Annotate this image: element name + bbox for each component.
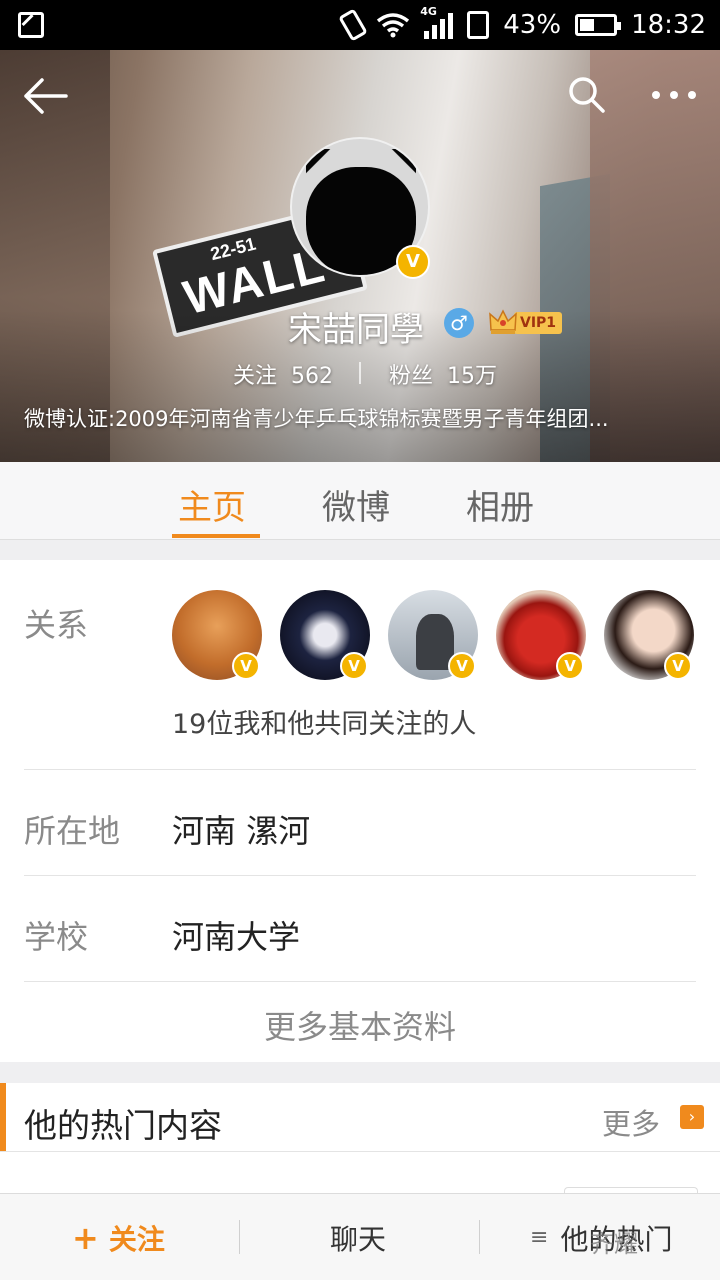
- network-type: 4G: [420, 5, 437, 18]
- school-label: 学校: [24, 918, 89, 956]
- verified-badge-icon: V: [448, 652, 476, 680]
- bar-divider: [239, 1220, 240, 1254]
- active-tab-indicator: [172, 534, 260, 538]
- verified-badge-icon: V: [664, 652, 692, 680]
- follow-stats: 关注 562 粉丝 15万: [0, 358, 720, 390]
- following-label: 关注: [233, 364, 278, 389]
- more-options-icon[interactable]: [648, 80, 700, 110]
- image-notification-icon: [18, 12, 44, 38]
- verified-badge-icon: V: [340, 652, 368, 680]
- divider: [24, 981, 696, 982]
- divider: [0, 1151, 720, 1152]
- signal-icon: 4G: [420, 5, 454, 39]
- battery-icon: [575, 14, 622, 36]
- verified-badge-icon: V: [232, 652, 260, 680]
- male-gender-icon: ♂: [444, 308, 474, 338]
- chat-label: 聊天: [330, 1222, 387, 1256]
- username-row: 宋喆同學 ♂ VIP1: [0, 300, 720, 350]
- clock: 18:32: [631, 10, 706, 40]
- tab-weibo[interactable]: 微博: [322, 480, 390, 529]
- followers-stat[interactable]: 粉丝 15万: [389, 358, 497, 390]
- hot-more-link[interactable]: 更多: [602, 1101, 660, 1143]
- wifi-icon: [377, 13, 410, 38]
- hot-content-section: 他的热门内容 更多 ›: [0, 1083, 720, 1197]
- watermark: 齐耀: [590, 1230, 638, 1258]
- menu-icon: ≡: [530, 1225, 549, 1250]
- status-bar: 4G 43% 18:32: [0, 0, 720, 50]
- verified-badge-icon: V: [396, 245, 430, 279]
- chevron-right-icon[interactable]: ›: [680, 1105, 704, 1129]
- follow-label: 关注: [108, 1222, 165, 1256]
- follow-button[interactable]: + 关注: [72, 1194, 165, 1280]
- search-icon[interactable]: [566, 74, 606, 114]
- following-stat[interactable]: 关注 562: [233, 358, 333, 390]
- status-icons: 4G 43% 18:32: [338, 0, 706, 50]
- location-label: 所在地: [24, 812, 121, 850]
- verification-text: 微博认证:2009年河南省青少年乒乓球锦标赛暨男子青年组团...: [24, 407, 609, 431]
- followers-label: 粉丝: [389, 364, 434, 389]
- basic-info-card: 关系 V V V V V 19位我和他共同关注的人 所在地 河南 漯河 学校 河…: [0, 560, 720, 1062]
- tab-album[interactable]: 相册: [466, 480, 534, 529]
- plus-icon: +: [72, 1218, 99, 1257]
- crown-icon: [489, 309, 517, 334]
- location-value: 河南 漯河: [172, 812, 311, 850]
- battery-percent: 43%: [503, 10, 562, 40]
- relation-label: 关系: [24, 606, 89, 644]
- username: 宋喆同學: [288, 310, 424, 350]
- tab-home[interactable]: 主页: [178, 480, 246, 529]
- sim-icon: [467, 11, 490, 39]
- school-value: 河南大学: [172, 918, 301, 956]
- hot-content-title: 他的热门内容: [24, 1106, 222, 1145]
- chat-button[interactable]: 聊天: [330, 1194, 386, 1280]
- profile-tabs: 主页 微博 相册: [0, 462, 720, 540]
- followers-count: 15万: [447, 364, 498, 389]
- divider: [24, 769, 696, 770]
- verified-badge-icon: V: [556, 652, 584, 680]
- more-basic-info-button[interactable]: 更多基本资料: [0, 1002, 720, 1048]
- vip-level-label: VIP1: [514, 312, 563, 334]
- back-arrow-icon[interactable]: [20, 76, 68, 116]
- following-count: 562: [291, 364, 334, 389]
- divider: [24, 875, 696, 876]
- stats-divider: [359, 362, 361, 384]
- section-accent-bar: [0, 1083, 6, 1151]
- bar-divider: [479, 1220, 480, 1254]
- vibrate-icon: [338, 8, 369, 42]
- common-follow-link[interactable]: 19位我和他共同关注的人: [172, 702, 476, 741]
